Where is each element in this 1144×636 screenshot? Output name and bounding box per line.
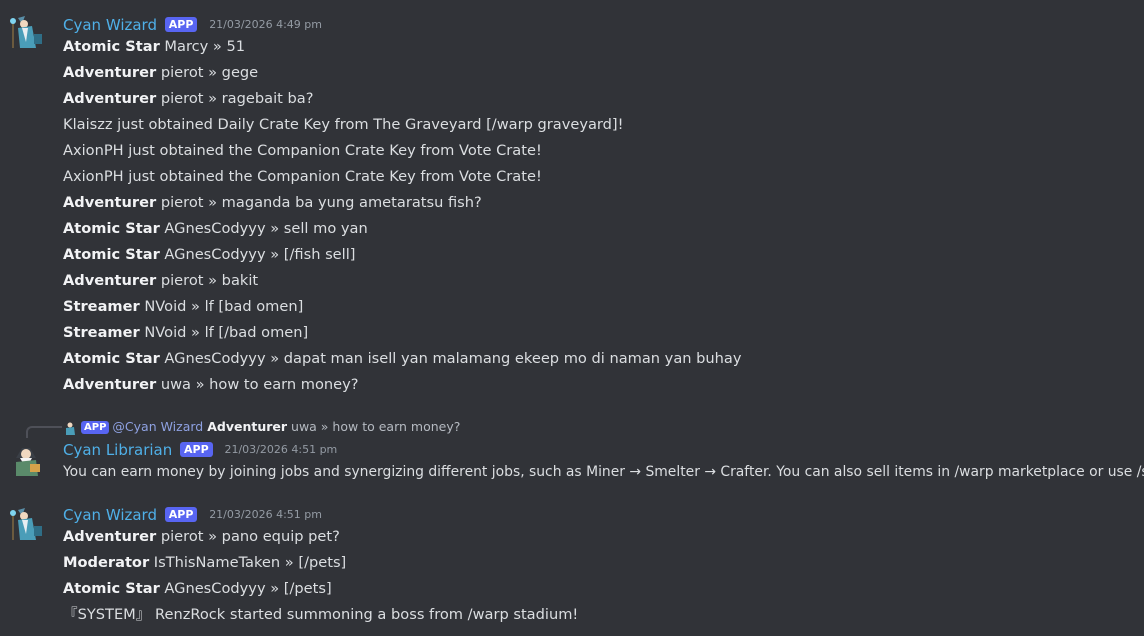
rank-label: Adventurer [63,194,157,211]
rank-label: Moderator [63,554,150,571]
chat-line: Adventurer pierot » maganda ba yung amet… [63,192,482,214]
chat-line: Adventurer uwa » how to earn money? [63,374,359,396]
line-text: 『SYSTEM』 RenzRock started summoning a bo… [63,606,579,623]
chat-line: Atomic Star AGnesCodyyy » sell mo yan [63,218,368,240]
chat-line: Adventurer pierot » pano equip pet? [63,526,340,548]
wizard-avatar-icon[interactable] [8,506,46,544]
app-badge: APP [180,442,213,457]
line-text: AGnesCodyyy » sell mo yan [164,220,368,237]
wizard-avatar-icon [66,422,75,435]
chat-line: Atomic Star AGnesCodyyy » [/pets] [63,578,332,600]
line-text: You can earn money by joining jobs and s… [63,464,1144,480]
chat-line: Streamer NVoid » lf [bad omen] [63,296,303,318]
line-text: AGnesCodyyy » [/fish sell] [164,246,356,263]
chat-line: Adventurer pierot » bakit [63,270,258,292]
line-text: AGnesCodyyy » [/pets] [164,580,332,597]
chat-line: Atomic Star AGnesCodyyy » dapat man isel… [63,348,742,370]
line-text: uwa » how to earn money? [160,376,359,393]
rank-label: Atomic Star [63,350,160,367]
timestamp: 21/03/2026 4:51 pm [224,443,338,456]
rank-label: Adventurer [63,90,157,107]
rank-label: Atomic Star [63,220,160,237]
chat-line: Atomic Star Marcy » 51 [63,36,245,58]
wizard-avatar-icon[interactable] [8,14,46,52]
message-header: Cyan Wizard APP 21/03/2026 4:49 pm [63,15,322,35]
chat-line: Atomic Star AGnesCodyyy » [/fish sell] [63,244,355,266]
timestamp: 21/03/2026 4:51 pm [209,508,322,521]
rank-label: Streamer [63,324,140,341]
chat-line: Moderator IsThisNameTaken » [/pets] [63,552,346,574]
reply-mention[interactable]: @Cyan Wizard [112,419,203,434]
rank-label: Atomic Star [63,38,160,55]
line-text: AxionPH just obtained the Companion Crat… [63,142,542,159]
line-text: pierot » ragebait ba? [160,90,314,107]
author-name[interactable]: Cyan Wizard [63,506,157,524]
rank-label: Adventurer [63,64,157,81]
line-text: pierot » bakit [160,272,259,289]
timestamp: 21/03/2026 4:49 pm [209,18,322,31]
message-header: Cyan Wizard APP 21/03/2026 4:51 pm [63,505,322,525]
chat-line: Adventurer pierot » ragebait ba? [63,88,313,110]
chat-line: 『SYSTEM』 RenzRock started summoning a bo… [63,604,578,626]
rank-label: Adventurer [63,272,157,289]
line-text: NVoid » lf [/bad omen] [144,324,309,341]
chat-line: AxionPH just obtained the Companion Crat… [63,166,542,188]
line-text: Marcy » 51 [164,38,246,55]
author-name[interactable]: Cyan Wizard [63,16,157,34]
rank-label: Adventurer [63,376,157,393]
line-text: IsThisNameTaken » [/pets] [153,554,347,571]
reply-preview[interactable]: APP @Cyan Wizard Adventurer uwa » how to … [63,418,460,436]
app-badge: APP [81,421,110,434]
chat-line: You can earn money by joining jobs and s… [63,461,1144,483]
rank-label: Adventurer [207,419,288,434]
reply-connector [26,426,62,438]
line-text: NVoid » lf [bad omen] [144,298,304,315]
app-badge: APP [164,17,198,32]
line-text: AGnesCodyyy » dapat man isell yan malama… [164,350,742,367]
reply-text: uwa » how to earn money? [291,419,461,434]
message-header: Cyan Librarian APP 21/03/2026 4:51 pm [63,440,337,460]
rank-label: Adventurer [63,528,157,545]
librarian-avatar-icon[interactable] [8,440,46,478]
line-text: AxionPH just obtained the Companion Crat… [63,168,542,185]
line-text: pierot » gege [160,64,259,81]
chat-line: Klaiszz just obtained Daily Crate Key fr… [63,114,623,136]
line-text: Klaiszz just obtained Daily Crate Key fr… [63,116,624,133]
line-text: pierot » maganda ba yung ametaratsu fish… [160,194,482,211]
author-name[interactable]: Cyan Librarian [63,441,172,459]
rank-label: Atomic Star [63,246,160,263]
chat-line: Adventurer pierot » gege [63,62,258,84]
chat-line: Streamer NVoid » lf [/bad omen] [63,322,308,344]
rank-label: Atomic Star [63,580,160,597]
app-badge: APP [164,507,198,522]
chat-line: AxionPH just obtained the Companion Crat… [63,140,542,162]
line-text: pierot » pano equip pet? [160,528,340,545]
rank-label: Streamer [63,298,140,315]
